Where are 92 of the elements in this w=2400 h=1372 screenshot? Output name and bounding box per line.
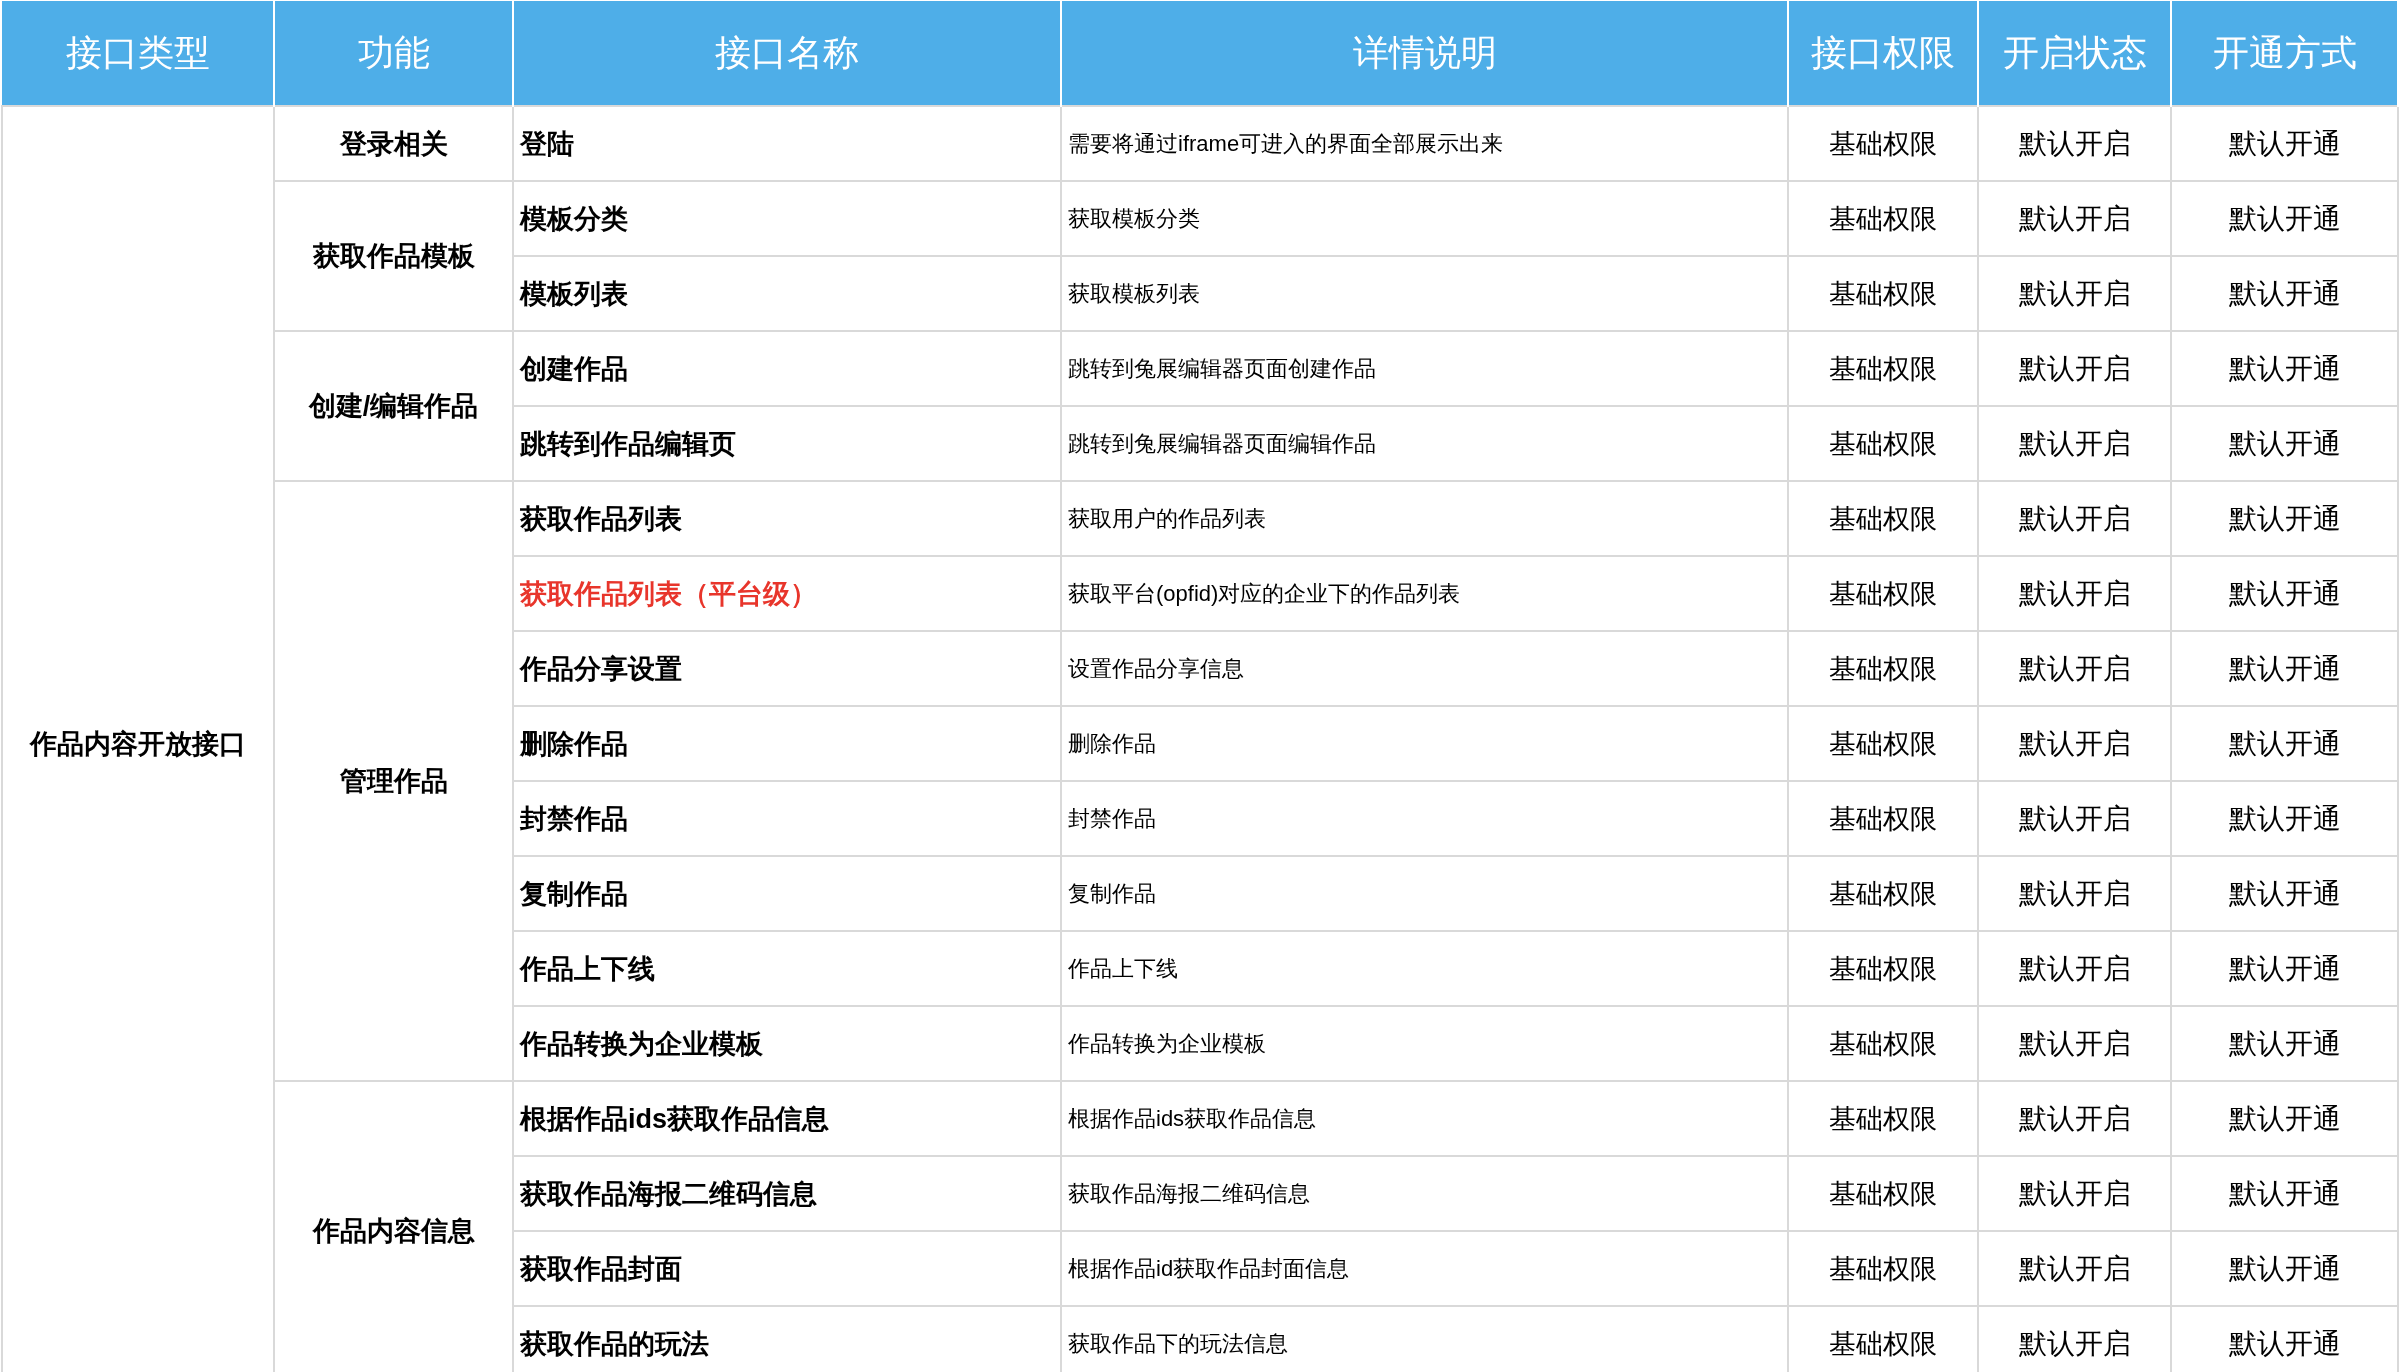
column-header: 接口名称: [513, 1, 1061, 106]
column-header: 功能: [274, 1, 513, 106]
table-cell: 默认开启: [1978, 1081, 2171, 1156]
column-header: 接口类型: [2, 1, 274, 106]
table-cell: 封禁作品: [1061, 781, 1788, 856]
table-cell: 根据作品ids获取作品信息: [1061, 1081, 1788, 1156]
table-cell: 默认开启: [1978, 931, 2171, 1006]
table-cell: 默认开通: [2171, 781, 2398, 856]
table-cell: 默认开通: [2171, 1081, 2398, 1156]
table-cell: 基础权限: [1788, 781, 1978, 856]
table-cell: 获取用户的作品列表: [1061, 481, 1788, 556]
table-cell: 基础权限: [1788, 1231, 1978, 1306]
table-cell: 跳转到作品编辑页: [513, 406, 1061, 481]
table-cell: 默认开启: [1978, 106, 2171, 181]
table-cell: 获取作品海报二维码信息: [513, 1156, 1061, 1231]
table-cell: 基础权限: [1788, 1156, 1978, 1231]
table-cell: 需要将通过iframe可进入的界面全部展示出来: [1061, 106, 1788, 181]
table-cell: 默认开通: [2171, 181, 2398, 256]
table-cell: 默认开启: [1978, 1156, 2171, 1231]
table-cell: 删除作品: [1061, 706, 1788, 781]
table-cell: 默认开通: [2171, 856, 2398, 931]
table-cell: 复制作品: [513, 856, 1061, 931]
table-cell: 作品上下线: [1061, 931, 1788, 1006]
table-cell: 基础权限: [1788, 481, 1978, 556]
table-cell: 默认开通: [2171, 1006, 2398, 1081]
column-header: 详情说明: [1061, 1, 1788, 106]
table-cell: 根据作品ids获取作品信息: [513, 1081, 1061, 1156]
table-cell: 默认开启: [1978, 706, 2171, 781]
table-cell: 获取作品模板: [274, 181, 513, 331]
table-cell: 基础权限: [1788, 181, 1978, 256]
table-cell: 封禁作品: [513, 781, 1061, 856]
table-cell: 默认开通: [2171, 481, 2398, 556]
table-cell: 默认开通: [2171, 106, 2398, 181]
table-cell: 基础权限: [1788, 931, 1978, 1006]
table-cell: 跳转到兔展编辑器页面创建作品: [1061, 331, 1788, 406]
table-cell: 默认开启: [1978, 631, 2171, 706]
column-header: 接口权限: [1788, 1, 1978, 106]
column-header: 开启状态: [1978, 1, 2171, 106]
table-cell: 模板列表: [513, 256, 1061, 331]
table-cell: 模板分类: [513, 181, 1061, 256]
table-cell: 默认开通: [2171, 331, 2398, 406]
table-cell: 基础权限: [1788, 331, 1978, 406]
column-header: 开通方式: [2171, 1, 2398, 106]
table-cell: 作品内容开放接口: [2, 106, 274, 1372]
table-cell: 获取作品海报二维码信息: [1061, 1156, 1788, 1231]
table-cell: 跳转到兔展编辑器页面编辑作品: [1061, 406, 1788, 481]
table-cell: 基础权限: [1788, 406, 1978, 481]
table-cell: 作品分享设置: [513, 631, 1061, 706]
table-cell: 默认开通: [2171, 406, 2398, 481]
table-cell: 基础权限: [1788, 1006, 1978, 1081]
table-cell: 设置作品分享信息: [1061, 631, 1788, 706]
table-cell: 默认开通: [2171, 556, 2398, 631]
table-cell: 默认开启: [1978, 856, 2171, 931]
table-cell: 获取作品封面: [513, 1231, 1061, 1306]
table-cell: 默认开通: [2171, 931, 2398, 1006]
table-cell: 默认开启: [1978, 181, 2171, 256]
table-cell: 默认开启: [1978, 1231, 2171, 1306]
table-cell: 获取模板列表: [1061, 256, 1788, 331]
table-cell: 获取作品列表（平台级）: [513, 556, 1061, 631]
table-cell: 作品上下线: [513, 931, 1061, 1006]
table-cell: 默认开启: [1978, 256, 2171, 331]
table-cell: 默认开启: [1978, 331, 2171, 406]
table-cell: 默认开启: [1978, 1006, 2171, 1081]
table-cell: 基础权限: [1788, 706, 1978, 781]
table-cell: 默认开启: [1978, 406, 2171, 481]
table-cell: 基础权限: [1788, 856, 1978, 931]
table-cell: 默认开通: [2171, 256, 2398, 331]
table-cell: 作品转换为企业模板: [1061, 1006, 1788, 1081]
table-cell: 获取作品列表: [513, 481, 1061, 556]
table-cell: 管理作品: [274, 481, 513, 1081]
table-cell: 获取平台(opfid)对应的企业下的作品列表: [1061, 556, 1788, 631]
table-cell: 基础权限: [1788, 631, 1978, 706]
table-cell: 默认开通: [2171, 706, 2398, 781]
table-cell: 基础权限: [1788, 106, 1978, 181]
table-cell: 复制作品: [1061, 856, 1788, 931]
table-cell: 默认开通: [2171, 1156, 2398, 1231]
table-cell: 基础权限: [1788, 1081, 1978, 1156]
table-cell: 默认开启: [1978, 781, 2171, 856]
table-cell: 默认开通: [2171, 631, 2398, 706]
table-cell: 基础权限: [1788, 556, 1978, 631]
table-cell: 删除作品: [513, 706, 1061, 781]
table-cell: 作品转换为企业模板: [513, 1006, 1061, 1081]
table-cell: 基础权限: [1788, 256, 1978, 331]
table-cell: 创建作品: [513, 331, 1061, 406]
table-cell: 默认开通: [2171, 1231, 2398, 1306]
table-cell: 登陆: [513, 106, 1061, 181]
table-cell: 默认开启: [1978, 556, 2171, 631]
table-cell: 创建/编辑作品: [274, 331, 513, 481]
table-cell: 登录相关: [274, 106, 513, 181]
table-cell: 获取模板分类: [1061, 181, 1788, 256]
table-cell: 默认开启: [1978, 481, 2171, 556]
table-cell: 根据作品id获取作品封面信息: [1061, 1231, 1788, 1306]
